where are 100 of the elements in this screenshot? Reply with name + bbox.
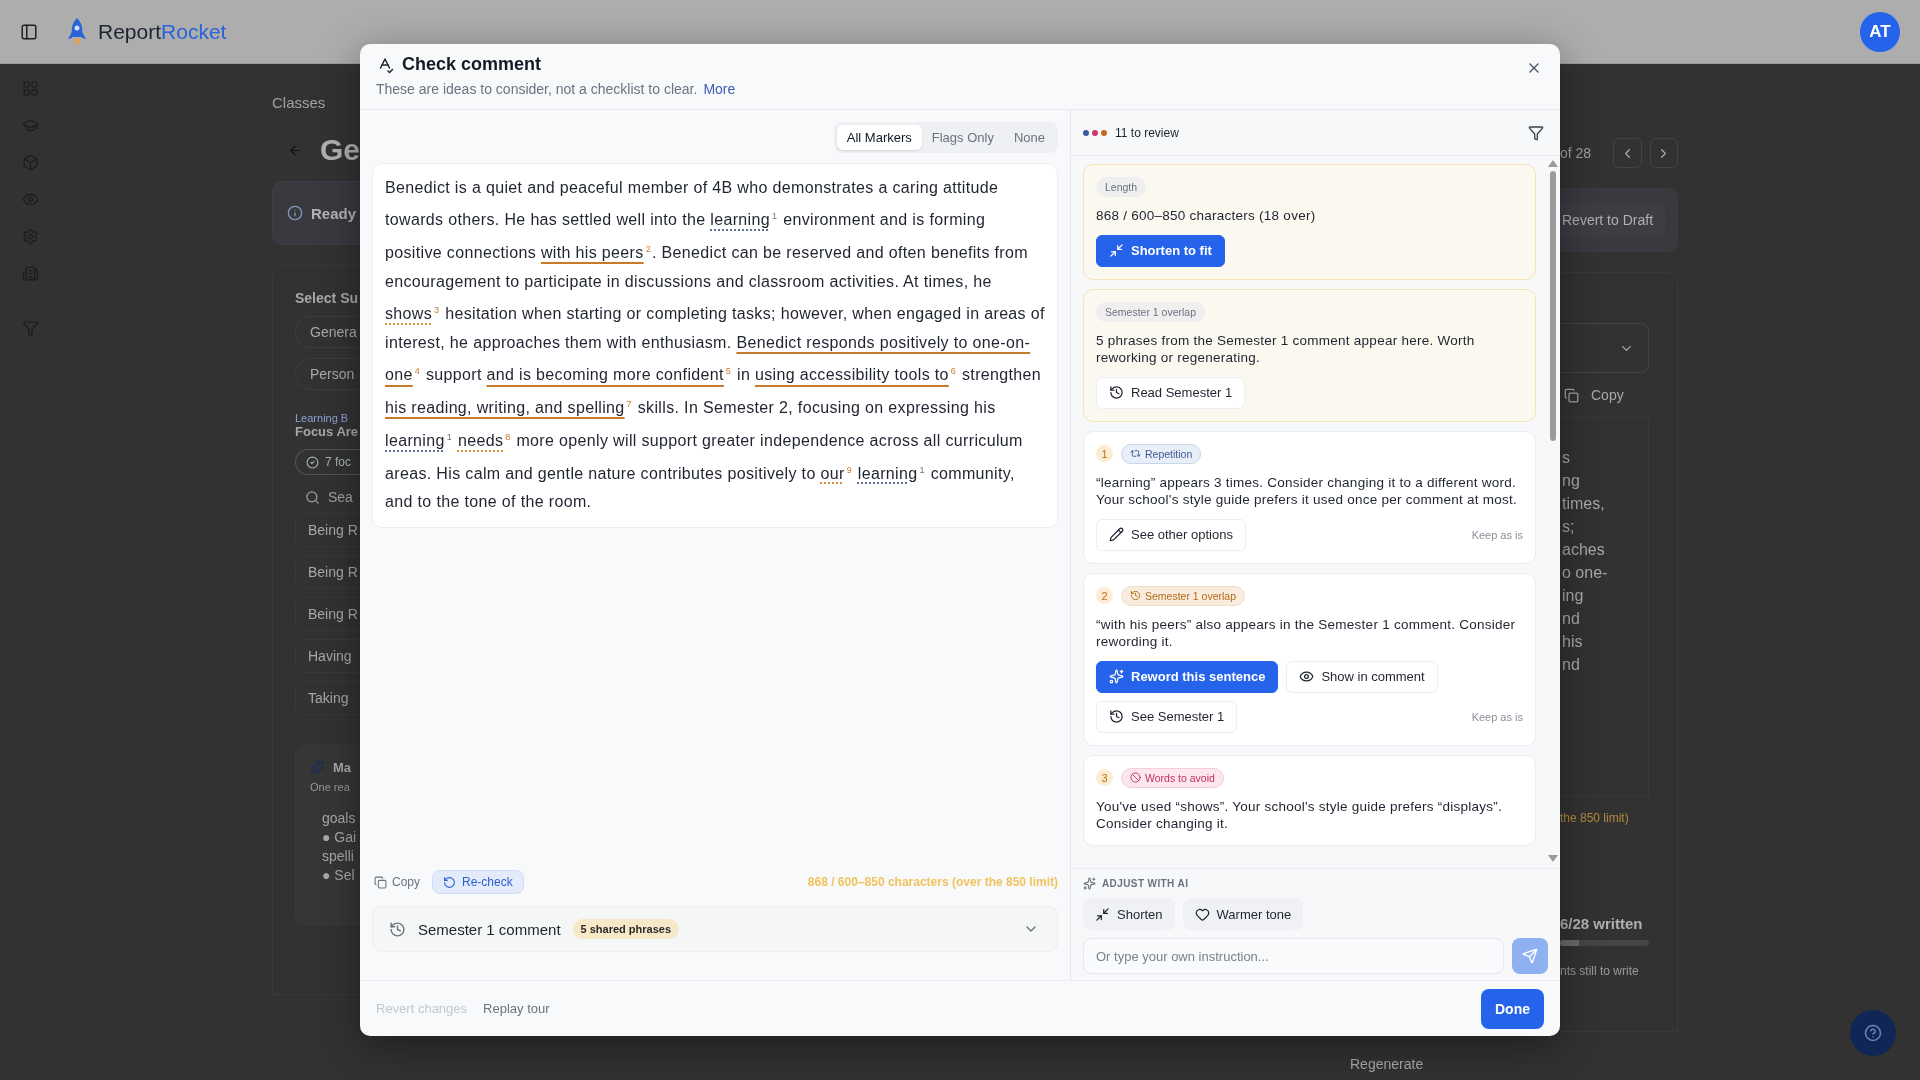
user-avatar[interactable]: AT [1860,11,1900,52]
issue-number: 3 [1096,769,1113,786]
action-button[interactable]: See Semester 1 [1096,700,1238,733]
category-tag: Length [1096,177,1147,197]
copy-icon [374,875,387,889]
heart-icon [1194,906,1210,922]
shrink-arrows-icon [1095,906,1110,922]
scroll-up-icon[interactable] [1548,160,1558,167]
brand-name: ReportRocket [98,19,227,44]
scrollbar-thumb[interactable] [1550,171,1556,441]
card-text: “learning” appears 3 times. Consider changing it to a different word. Your school's style guide prefers it used once per comment at most. [1096,473,1519,509]
revert-button[interactable]: Revert to Draft [1560,203,1666,237]
help-icon [1864,1024,1882,1042]
rotate-icon [443,875,456,889]
card-text: You've used “shows”. Your school's style guide prefers “displays”. Consider changing it. [1096,797,1504,833]
card-text: 868 / 600–850 characters (18 over) [1096,207,1317,225]
comment-line: nd [1562,609,1581,629]
info-icon [287,205,303,221]
review-count: 11 to review [1115,125,1179,140]
category-tag: Words to avoid [1121,767,1224,788]
category-tag: Repetition [1121,443,1202,464]
comment-text: Benedict is a quiet and peaceful member of 4B who demonstrates a caring attitude towards others. He has settled well into the learning$^{1}$ environment and is forming positive connections with his peers$^{2}$. Benedict can be reserved and often benefits from encouragement to participate in discussions and classroom activities. At times, he shows$^{3}$ hesitation when starting or completing tasks; however, when engaged in areas of interest, he approaches them with enthusiasm. Benedict responds positively to one-on-one$^{4}$ support and is becoming more confident$^{5}$ in using accessibility tools to$^{6}$ strengthen his reading, writing, and spelling$^{7}$ skills. In Semester 2, focusing on expressing his learning$^{1}$ needs$^{8}$ more openly will support greater independence across all curriculum areas. His calm and gentle nature contributes positively to our$^{9}$ learning$^{1}$ community, and to the tone of the room. [372,163,1058,528]
sidebar-toggle-icon[interactable] [20,22,38,41]
marker-tab[interactable]: None [1003,125,1055,150]
marker-tab[interactable]: Flags Only [921,125,1004,150]
copy-link[interactable]: Copy [1591,387,1624,403]
comment-line: nd [1562,655,1581,675]
card-line: goals [322,809,357,828]
category-tag: Semester 1 overlap [1121,585,1246,606]
history-icon [389,920,406,938]
dialog-title: Check comment [402,54,542,75]
card-line: ● Sel [322,866,356,885]
breadcrumb-link[interactable]: Classes [272,94,360,111]
card-line: ● Gai [322,828,358,847]
keep-button[interactable]: Keep as is [1471,528,1523,541]
regenerate-button[interactable]: Regenerate [1350,1056,1424,1072]
more-link[interactable]: More [703,81,736,97]
panel-title: Select Su [295,290,359,306]
action-button[interactable]: Show in comment [1286,660,1438,693]
adjust-chip[interactable]: Shorten [1083,898,1175,930]
ban-icon [1130,772,1141,783]
copy-icon[interactable] [1564,387,1579,403]
comment-line: s [1562,448,1571,468]
adjust-label: ADJUST WITH AI [1102,878,1189,889]
shrink-arrows-icon [1109,243,1124,258]
comment-line: times, [1562,494,1606,514]
done-button[interactable]: Done [1481,988,1544,1029]
comment-line: his [1562,632,1584,652]
scroll-down-icon[interactable] [1548,855,1558,862]
card-line: spelli [322,847,355,866]
action-button[interactable]: Reword this sentence [1096,660,1279,693]
limit-note: the 850 limit) [1560,811,1630,825]
banner-text: Ready [311,204,357,222]
category-tag: Semester 1 overlap [1096,301,1206,322]
recheck-button[interactable]: Re-check [432,870,524,894]
progress-label: 6/28 written [1560,915,1644,932]
card-title: Ma [333,760,352,775]
action-button[interactable]: Read Semester 1 [1096,376,1246,409]
search-placeholder[interactable]: Sea [328,489,353,505]
issue-number: 1 [1096,445,1113,462]
comment-line: aches [1562,540,1606,560]
next-button[interactable] [1649,138,1678,168]
instruction-input[interactable]: Or type your own instruction... [1083,938,1504,974]
comment-line: o one- [1562,563,1609,583]
history-icon [1109,385,1124,400]
comment-line: s; [1562,517,1576,537]
send-icon [1522,948,1538,964]
section-label: Learning B [295,412,349,424]
progress-note: nts still to write [1560,964,1640,978]
check-circle-icon [306,455,319,469]
footer-button[interactable]: Replay tour [483,1001,550,1016]
adjust-chip[interactable]: Warmer tone [1182,898,1304,930]
rocket-logo-icon [66,16,88,47]
previous-button[interactable] [1613,138,1642,168]
sparkle-icon [1083,877,1096,890]
repeat-icon [1130,448,1141,459]
help-button[interactable] [1850,1010,1896,1056]
comment-line: ing [1562,586,1585,606]
copy-button[interactable]: Copy [372,873,422,891]
history-icon [1130,590,1141,601]
filter-button[interactable] [1528,124,1544,141]
send-button[interactable] [1512,938,1548,974]
section-title: Focus Are [295,424,359,439]
semester-comment-accordion[interactable]: Semester 1 comment 5 shared phrases [372,906,1058,952]
shared-phrases-badge: 5 shared phrases [572,919,680,939]
issue-number: 2 [1096,587,1113,604]
accordion-title: Semester 1 comment [418,920,561,938]
pencil-icon [1109,527,1124,542]
student-counter: of 28 [1560,145,1592,161]
marker-tab[interactable]: All Markers [836,125,922,150]
history-icon [1109,709,1124,724]
action-button[interactable]: See other options [1096,518,1246,551]
card-text: “with his peers” also appears in the Semester 1 comment. Consider rewording it. [1096,615,1517,651]
sparkle-icon [310,760,325,775]
dialog-subtitle: These are ideas to consider, not a checklist to clear. More [376,81,737,97]
keep-button[interactable]: Keep as is [1471,710,1523,723]
comment-line: ng [1562,471,1581,491]
character-count: 868 / 600–850 characters (over the 850 limit) [807,875,1058,889]
sparkle-icon [1109,669,1124,684]
action-button[interactable]: Shorten to fit [1096,234,1225,267]
